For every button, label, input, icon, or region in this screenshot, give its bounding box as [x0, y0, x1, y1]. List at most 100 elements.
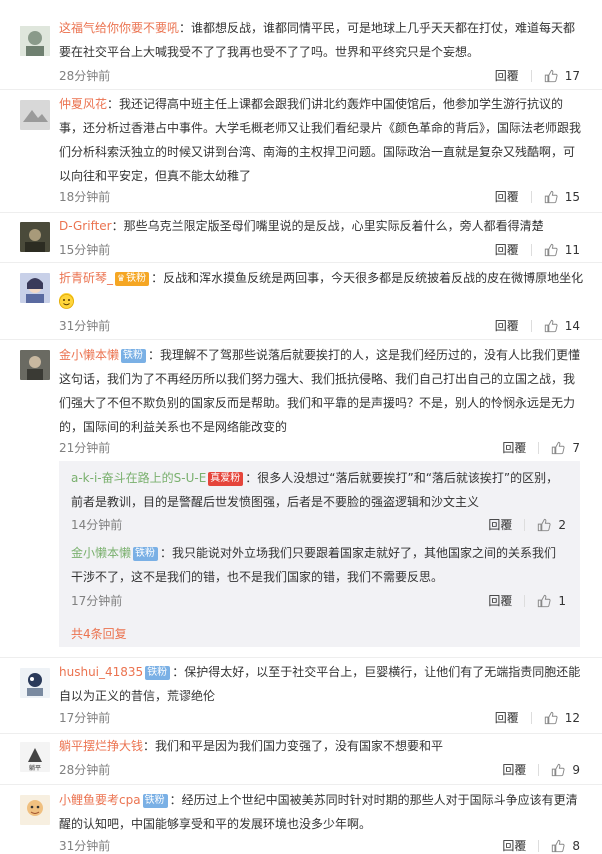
like-count: 12: [564, 710, 580, 725]
comment-username[interactable]: 小鲤鱼要考cpa: [59, 793, 141, 807]
divider: [538, 441, 540, 454]
divider: [530, 319, 532, 332]
comment-actions: 回覆 15: [495, 188, 580, 205]
reply-button[interactable]: 回覆: [488, 592, 512, 609]
reply-username[interactable]: a-k-i-奋斗在路上的S-U-E: [71, 471, 206, 485]
reply-button[interactable]: 回覆: [495, 241, 519, 258]
comment-time: 21分钟前: [59, 441, 111, 455]
like-count: 2: [558, 517, 566, 532]
divider: [538, 839, 540, 852]
reply-button[interactable]: 回覆: [502, 837, 526, 854]
avatar[interactable]: [20, 26, 50, 56]
comment-item: 这福气给你你要不要吼：谁都想反战，谁都同情平民，可是地球上几乎天天都在打仗，难道…: [0, 0, 602, 90]
reply-button[interactable]: 回覆: [488, 516, 512, 533]
reply-username[interactable]: 金小懒本懒: [71, 546, 131, 560]
like-count: 11: [564, 242, 580, 257]
divider: [524, 518, 526, 531]
avatar[interactable]: [20, 100, 50, 130]
comment-text: ：我们和平是因为我们国力变强了，没有国家不想要和平: [143, 739, 444, 753]
like-count: 7: [572, 440, 580, 455]
comment-item: 仲夏风花：我还记得高中班主任上课都会跟我们讲北约轰炸中国使馆后，他参加学生游行抗…: [0, 90, 602, 214]
reply-body: 金小懒本懒 铁粉 ：我只能说对外立场我们只要跟着国家走就好了，其他国家之间的关系我们…: [71, 541, 566, 589]
comment-username[interactable]: 金小懒本懒: [59, 348, 119, 362]
comment-body: 金小懒本懒 铁粉 ：我理解不了驾那些说落后就要挨打的人，这是我们经历过的，没有人比我…: [59, 343, 584, 439]
like-icon[interactable]: [544, 69, 558, 83]
comment-username[interactable]: hushui_41835: [59, 665, 143, 679]
like-count: 9: [572, 762, 580, 777]
like-icon[interactable]: [544, 319, 558, 333]
comment-body: 小鲤鱼要考cpa 铁粉 ：经历过上个世纪中国被美苏同时针对时期的那些人对于国际斗争应…: [59, 788, 584, 836]
comment-actions: 回覆 9: [502, 761, 580, 778]
comment-actions: 回覆 17: [495, 67, 580, 84]
like-icon[interactable]: [537, 594, 551, 608]
comment-item: D-Grifter：那些乌克兰限定版圣母们嘴里说的是反战，心里实际反着什么，旁人…: [0, 213, 602, 261]
comment-text: ：我还记得高中班主任上课都会跟我们讲北约轰炸中国使馆后，他参加学生游行抗议的事，…: [59, 97, 582, 183]
like-count: 1: [558, 593, 566, 608]
reply-button[interactable]: 回覆: [502, 761, 526, 778]
like-icon[interactable]: [544, 243, 558, 257]
comment-actions: 回覆 14: [495, 317, 580, 334]
reply-button[interactable]: 回覆: [495, 317, 519, 334]
comment-item: 折青斫琴_ ♛铁粉 ：反战和浑水摸鱼反统是两回事，今天很多都是反统披着反战的皮在微博…: [0, 263, 602, 339]
like-icon[interactable]: [544, 711, 558, 725]
divider: [524, 594, 526, 607]
replies-panel: a-k-i-奋斗在路上的S-U-E 真爱粉 ：很多人没想过“落后就要挨打”和“落后就…: [59, 461, 580, 647]
fan-badge: 真爱粉: [208, 472, 244, 486]
comment-actions: 回覆 11: [495, 241, 580, 258]
comment-text: ：反战和浑水摸鱼反统是两回事，今天很多都是反统披着反战的皮在微博原地坐化: [151, 271, 584, 285]
avatar[interactable]: [20, 273, 50, 303]
like-count: 8: [572, 838, 580, 853]
fan-badge: 铁粉: [121, 349, 147, 363]
svg-text:躺平: 躺平: [29, 764, 41, 772]
comment-time: 18分钟前: [59, 190, 111, 204]
comment-time: 31分钟前: [59, 839, 111, 853]
comment-username[interactable]: 躺平摆烂挣大钱: [59, 739, 143, 753]
divider: [530, 69, 532, 82]
like-icon[interactable]: [551, 441, 565, 455]
reply-actions: 回覆 2: [488, 516, 566, 533]
divider: [530, 711, 532, 724]
fan-badge: 铁粉: [142, 794, 168, 808]
reply-button[interactable]: 回覆: [495, 188, 519, 205]
comment-time: 17分钟前: [59, 711, 111, 725]
divider: [530, 243, 532, 256]
comment-username[interactable]: 这福气给你你要不要吼: [59, 21, 179, 35]
comment-time: 28分钟前: [59, 69, 111, 83]
comment-body: D-Grifter：那些乌克兰限定版圣母们嘴里说的是反战，心里实际反着什么，旁人…: [59, 214, 584, 238]
avatar[interactable]: [20, 795, 50, 825]
reply-body: a-k-i-奋斗在路上的S-U-E 真爱粉 ：很多人没想过“落后就要挨打”和“落后就…: [71, 466, 566, 514]
like-icon[interactable]: [544, 190, 558, 204]
reply-time: 17分钟前: [71, 594, 123, 608]
avatar[interactable]: [20, 350, 50, 380]
comment-actions: 回覆 12: [495, 709, 580, 726]
fan-badge: 铁粉: [133, 547, 159, 561]
fan-badge: 铁粉: [145, 666, 171, 680]
divider: [530, 190, 532, 203]
avatar[interactable]: [20, 222, 50, 252]
comment-body: 折青斫琴_ ♛铁粉 ：反战和浑水摸鱼反统是两回事，今天很多都是反统披着反战的皮在微博…: [59, 266, 584, 314]
comment-item: hushui_41835 铁粉 ：保护得太好，以至于社交平台上，巨婴横行，让他们有了…: [0, 658, 602, 734]
like-icon[interactable]: [551, 839, 565, 853]
comment-body: 躺平摆烂挣大钱：我们和平是因为我们国力变强了，没有国家不想要和平: [59, 734, 584, 758]
comment-actions: 回覆 8: [502, 837, 580, 854]
comment-username[interactable]: 仲夏风花: [59, 97, 107, 111]
reply-time: 14分钟前: [71, 518, 123, 532]
reply-button[interactable]: 回覆: [495, 67, 519, 84]
comment-username[interactable]: D-Grifter: [59, 219, 112, 233]
comment-item: 小鲤鱼要考cpa 铁粉 ：经历过上个世纪中国被美苏同时针对时期的那些人对于国际斗争应…: [0, 785, 602, 854]
like-icon[interactable]: [551, 763, 565, 777]
comment-actions: 回覆 7: [502, 439, 580, 456]
more-replies-link[interactable]: 共4条回复: [71, 625, 127, 642]
like-count: 17: [564, 68, 580, 83]
avatar[interactable]: [20, 668, 50, 698]
like-icon[interactable]: [537, 518, 551, 532]
reply-button[interactable]: 回覆: [502, 439, 526, 456]
comment-time: 15分钟前: [59, 243, 111, 257]
avatar[interactable]: 躺平: [20, 742, 50, 772]
like-count: 15: [564, 189, 580, 204]
comment-username[interactable]: 折青斫琴_: [59, 271, 113, 285]
reply-actions: 回覆 1: [488, 592, 566, 609]
reply-button[interactable]: 回覆: [495, 709, 519, 726]
comment-body: 仲夏风花：我还记得高中班主任上课都会跟我们讲北约轰炸中国使馆后，他参加学生游行抗…: [59, 92, 584, 188]
comment-body: hushui_41835 铁粉 ：保护得太好，以至于社交平台上，巨婴横行，让他们有了…: [59, 660, 584, 708]
